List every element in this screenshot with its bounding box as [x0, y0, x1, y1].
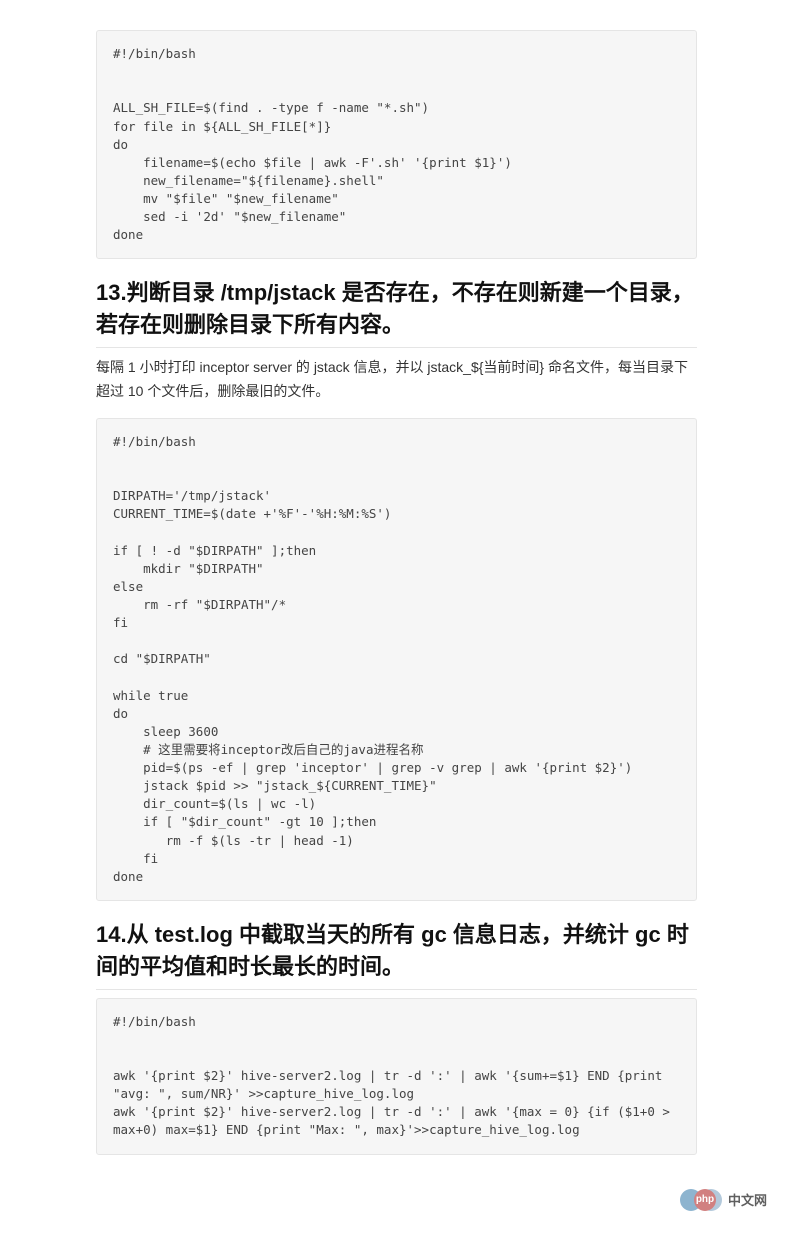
watermark-text: 中文网	[728, 1190, 767, 1209]
paragraph-13: 每隔 1 小时打印 inceptor server 的 jstack 信息，并以…	[96, 356, 697, 404]
code-block-1: #!/bin/bash ALL_SH_FILE=$(find . -type f…	[96, 30, 697, 259]
code-block-3: #!/bin/bash awk '{print $2}' hive-server…	[96, 998, 697, 1155]
php-logo-icon: php	[680, 1189, 722, 1211]
document-page: #!/bin/bash ALL_SH_FILE=$(find . -type f…	[0, 0, 793, 1233]
heading-14: 14.从 test.log 中截取当天的所有 gc 信息日志，并统计 gc 时间…	[96, 919, 697, 990]
heading-13: 13.判断目录 /tmp/jstack 是否存在，不存在则新建一个目录，若存在则…	[96, 277, 697, 348]
watermark: php 中文网	[680, 1189, 767, 1211]
code-block-2: #!/bin/bash DIRPATH='/tmp/jstack' CURREN…	[96, 418, 697, 901]
logo-ball-right: php	[694, 1189, 716, 1211]
